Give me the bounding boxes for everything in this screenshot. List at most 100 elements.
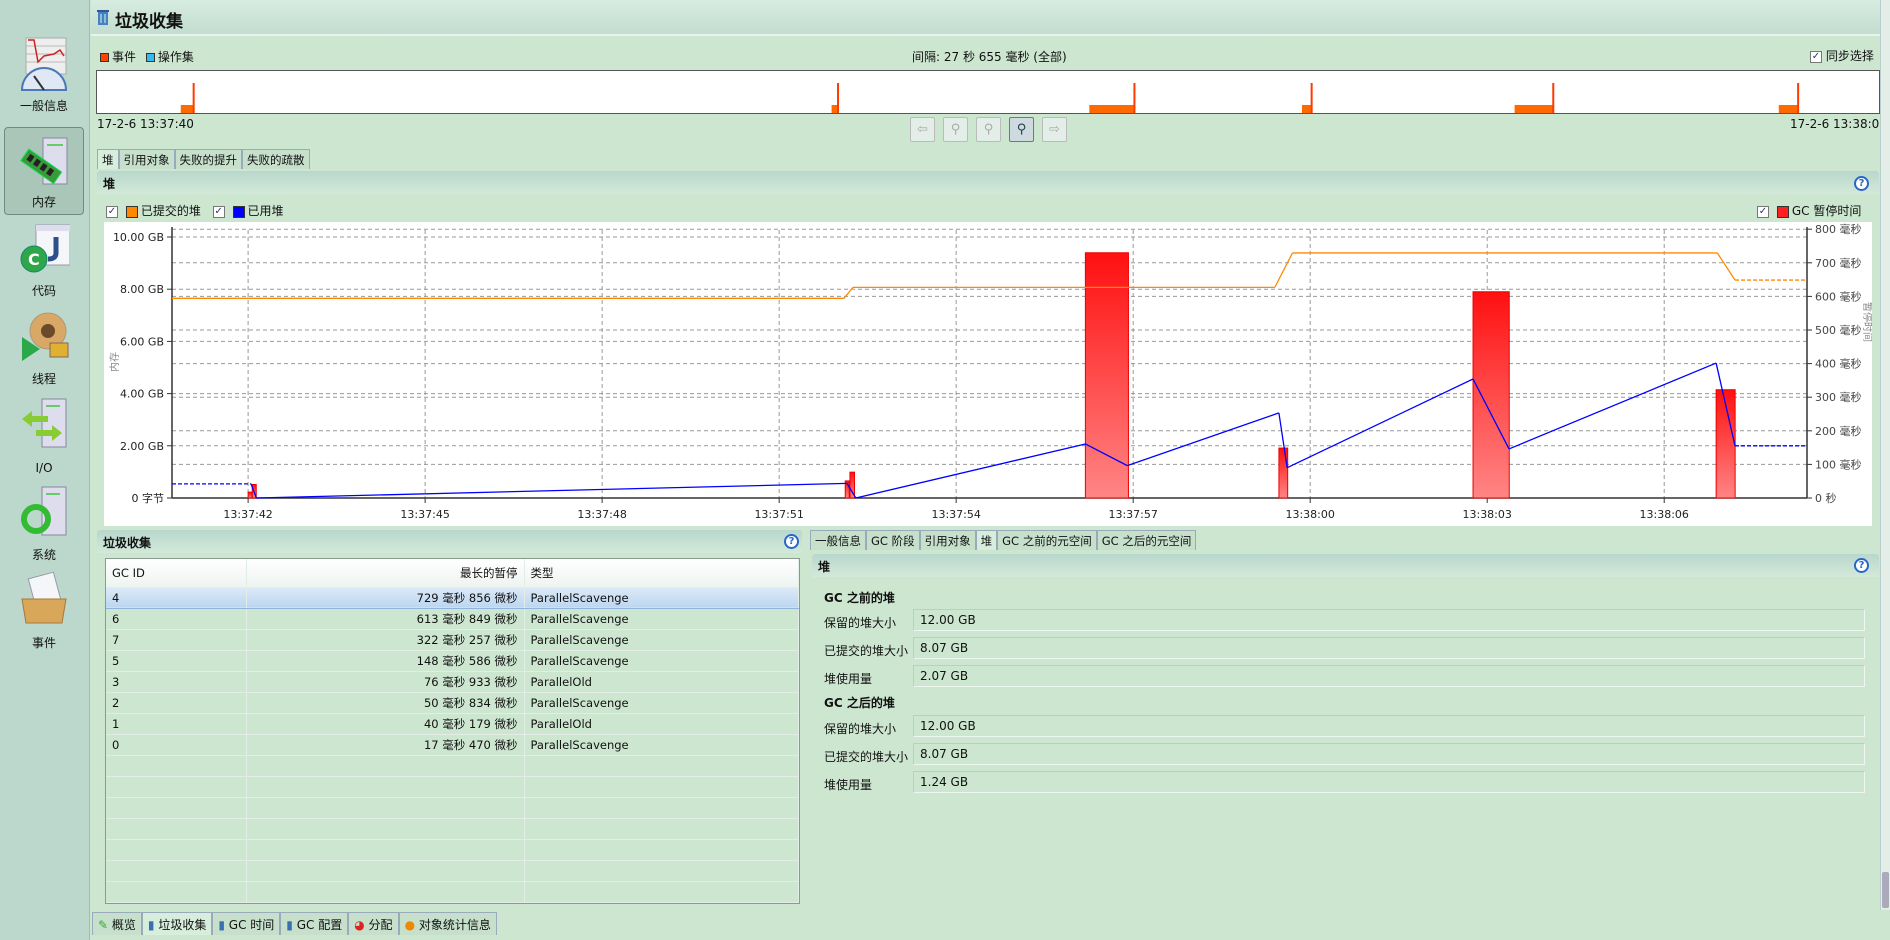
help-icon[interactable]: ? (1854, 558, 1869, 573)
after-reserved-field[interactable]: 12.00 GB (913, 715, 1865, 737)
tab-label: 概览 (111, 918, 136, 932)
type-cell: ParallelScavenge (524, 650, 799, 672)
events-icon (21, 571, 67, 624)
table-row[interactable]: 5 148 毫秒 586 微秒 ParallelScavenge (106, 650, 799, 672)
longest-pause-cell: 613 毫秒 849 微秒 (246, 608, 525, 630)
help-icon[interactable]: ? (1854, 176, 1869, 191)
y-tick-label: 6.00 GB (120, 335, 164, 348)
title-bar: 垃圾收集 (91, 0, 1890, 36)
table-row[interactable]: 4 729 毫秒 856 微秒 ParallelScavenge (106, 586, 799, 609)
used-heap-segment (1127, 412, 1280, 467)
column-header-type[interactable]: 类型 (524, 559, 799, 588)
tab-metaspace-after[interactable]: GC 之后的元空间 (1096, 530, 1197, 550)
tab-general[interactable]: 一般信息 (810, 530, 866, 550)
heap-tabs: 堆 引用对象 失败的提升 失败的疏散 (97, 149, 310, 169)
overview-end-time: 17-2-6 13:38:08 (1790, 117, 1887, 131)
table-row[interactable]: 7 322 毫秒 257 微秒 ParallelScavenge (106, 629, 799, 651)
scrollbar-thumb[interactable] (1882, 872, 1889, 908)
column-header-longest-pause[interactable]: 最长的暂停 (246, 559, 525, 588)
gc-pause-bar (1278, 447, 1289, 499)
tab-metaspace-before[interactable]: GC 之前的元空间 (997, 530, 1097, 550)
tab-heap[interactable]: 堆 (97, 149, 119, 169)
legend-label: 操作集 (157, 50, 194, 64)
objects-icon: ● (404, 918, 416, 932)
committed-heap-segment (1274, 252, 1294, 288)
sync-selection-checkbox[interactable]: ✓ 同步选择 (1810, 47, 1874, 64)
operations-legend-swatch (145, 53, 155, 62)
zoom-reset-button[interactable]: ⚲ (976, 117, 1001, 142)
back-button[interactable]: ⇦ (910, 117, 935, 142)
legend-label: 已用堆 (247, 204, 284, 218)
tab-references[interactable]: 引用对象 (919, 530, 976, 550)
tab-allocation[interactable]: ◕ 分配 (348, 912, 399, 935)
table-row[interactable]: 0 17 毫秒 470 微秒 ParallelScavenge (106, 734, 799, 756)
table-row[interactable]: 3 76 毫秒 933 微秒 ParallelOld (106, 671, 799, 693)
sidebar-item-label: I/O (35, 461, 53, 475)
table-row[interactable]: 6 613 毫秒 849 微秒 ParallelScavenge (106, 608, 799, 630)
tab-object-statistics[interactable]: ● 对象统计信息 (398, 912, 497, 935)
scrollbar[interactable] (1880, 0, 1890, 910)
trash-icon (97, 10, 109, 25)
x-tick-label: 13:37:45 (400, 508, 449, 521)
type-cell: ParallelScavenge (524, 608, 799, 630)
table-row[interactable]: 2 50 毫秒 834 微秒 ParallelScavenge (106, 692, 799, 714)
io-icon (22, 398, 67, 448)
tab-overview[interactable]: ✎ 概览 (92, 912, 142, 935)
sidebar-item-general[interactable]: 一般信息 (4, 30, 84, 118)
y2-tick-label: 600 毫秒 (1815, 289, 1862, 303)
before-used-field[interactable]: 2.07 GB (913, 665, 1865, 687)
used-heap-segment (1508, 362, 1717, 450)
empty-row (106, 776, 799, 798)
sidebar-item-system[interactable]: 系统 (4, 479, 84, 567)
before-committed-field[interactable]: 8.07 GB (913, 637, 1865, 659)
tab-failed-promotion[interactable]: 失败的提升 (174, 149, 242, 169)
overview-event-spike (1552, 83, 1555, 113)
x-tick-label: 13:38:03 (1462, 508, 1511, 521)
gc-pause-checkbox[interactable]: ✓ (1757, 205, 1769, 218)
column-header-gc-id[interactable]: GC ID (106, 559, 247, 588)
x-tick-label: 13:38:00 (1285, 508, 1334, 521)
overview-timeline[interactable] (96, 70, 1880, 114)
overview-event-spike (192, 83, 195, 113)
type-cell: ParallelScavenge (524, 734, 799, 756)
y2-tick-label: 300 毫秒 (1815, 390, 1862, 404)
tab-failed-evacuation[interactable]: 失败的疏散 (242, 149, 310, 169)
sidebar-item-code[interactable]: C 代码 (4, 215, 84, 303)
sidebar-item-events[interactable]: 事件 (4, 567, 84, 655)
tab-references[interactable]: 引用对象 (118, 149, 175, 169)
empty-row (106, 755, 799, 777)
used-heap-segment (256, 482, 848, 499)
overview-event-block (1778, 105, 1799, 113)
svg-text:C: C (28, 250, 40, 269)
empty-row (106, 881, 799, 903)
tab-gc-phases[interactable]: GC 阶段 (866, 530, 920, 550)
forward-button[interactable]: ⇨ (1042, 117, 1067, 142)
table-row[interactable]: 1 40 毫秒 179 微秒 ParallelOld (106, 713, 799, 735)
before-reserved-field[interactable]: 12.00 GB (913, 609, 1865, 631)
longest-pause-cell: 322 毫秒 257 微秒 (246, 629, 525, 651)
sidebar-item-memory[interactable]: 内存 (4, 127, 84, 215)
heap-chart[interactable]: 0 字节 2.00 GB 4.00 GB 6.00 GB 8.00 GB 10.00 GB… (104, 222, 1872, 526)
sidebar-item-io[interactable]: I/O (4, 391, 84, 479)
y2-tick-label: 400 毫秒 (1815, 357, 1862, 371)
used-heap-checkbox[interactable]: ✓ (212, 205, 225, 218)
after-committed-field[interactable]: 8.07 GB (913, 743, 1865, 765)
x-tick-label: 13:37:57 (1108, 508, 1157, 521)
committed-heap-checkbox[interactable]: ✓ (106, 205, 118, 218)
overview-legend: 事件 操作集 (100, 48, 194, 65)
help-icon[interactable]: ? (784, 534, 799, 549)
zoom-out-button[interactable]: ⚲ (943, 117, 968, 142)
after-used-field[interactable]: 1.24 GB (913, 771, 1865, 793)
tab-garbage-collection[interactable]: ▮ 垃圾收集 (141, 912, 213, 935)
sidebar-item-threads[interactable]: 线程 (4, 303, 84, 391)
tab-gc-time[interactable]: ▮ GC 时间 (212, 912, 281, 935)
y-tick-label: 2.00 GB (120, 440, 164, 453)
events-legend-swatch (100, 53, 109, 62)
tab-heap[interactable]: 堆 (975, 530, 998, 550)
detail-header: 堆 (812, 554, 1879, 577)
zoom-in-button[interactable]: ⚲ (1009, 117, 1034, 142)
overview-event-spike (1797, 83, 1800, 113)
panel-title: 堆 (103, 177, 116, 191)
tab-gc-config[interactable]: ▮ GC 配置 (280, 912, 349, 935)
memory-icon (20, 137, 68, 185)
